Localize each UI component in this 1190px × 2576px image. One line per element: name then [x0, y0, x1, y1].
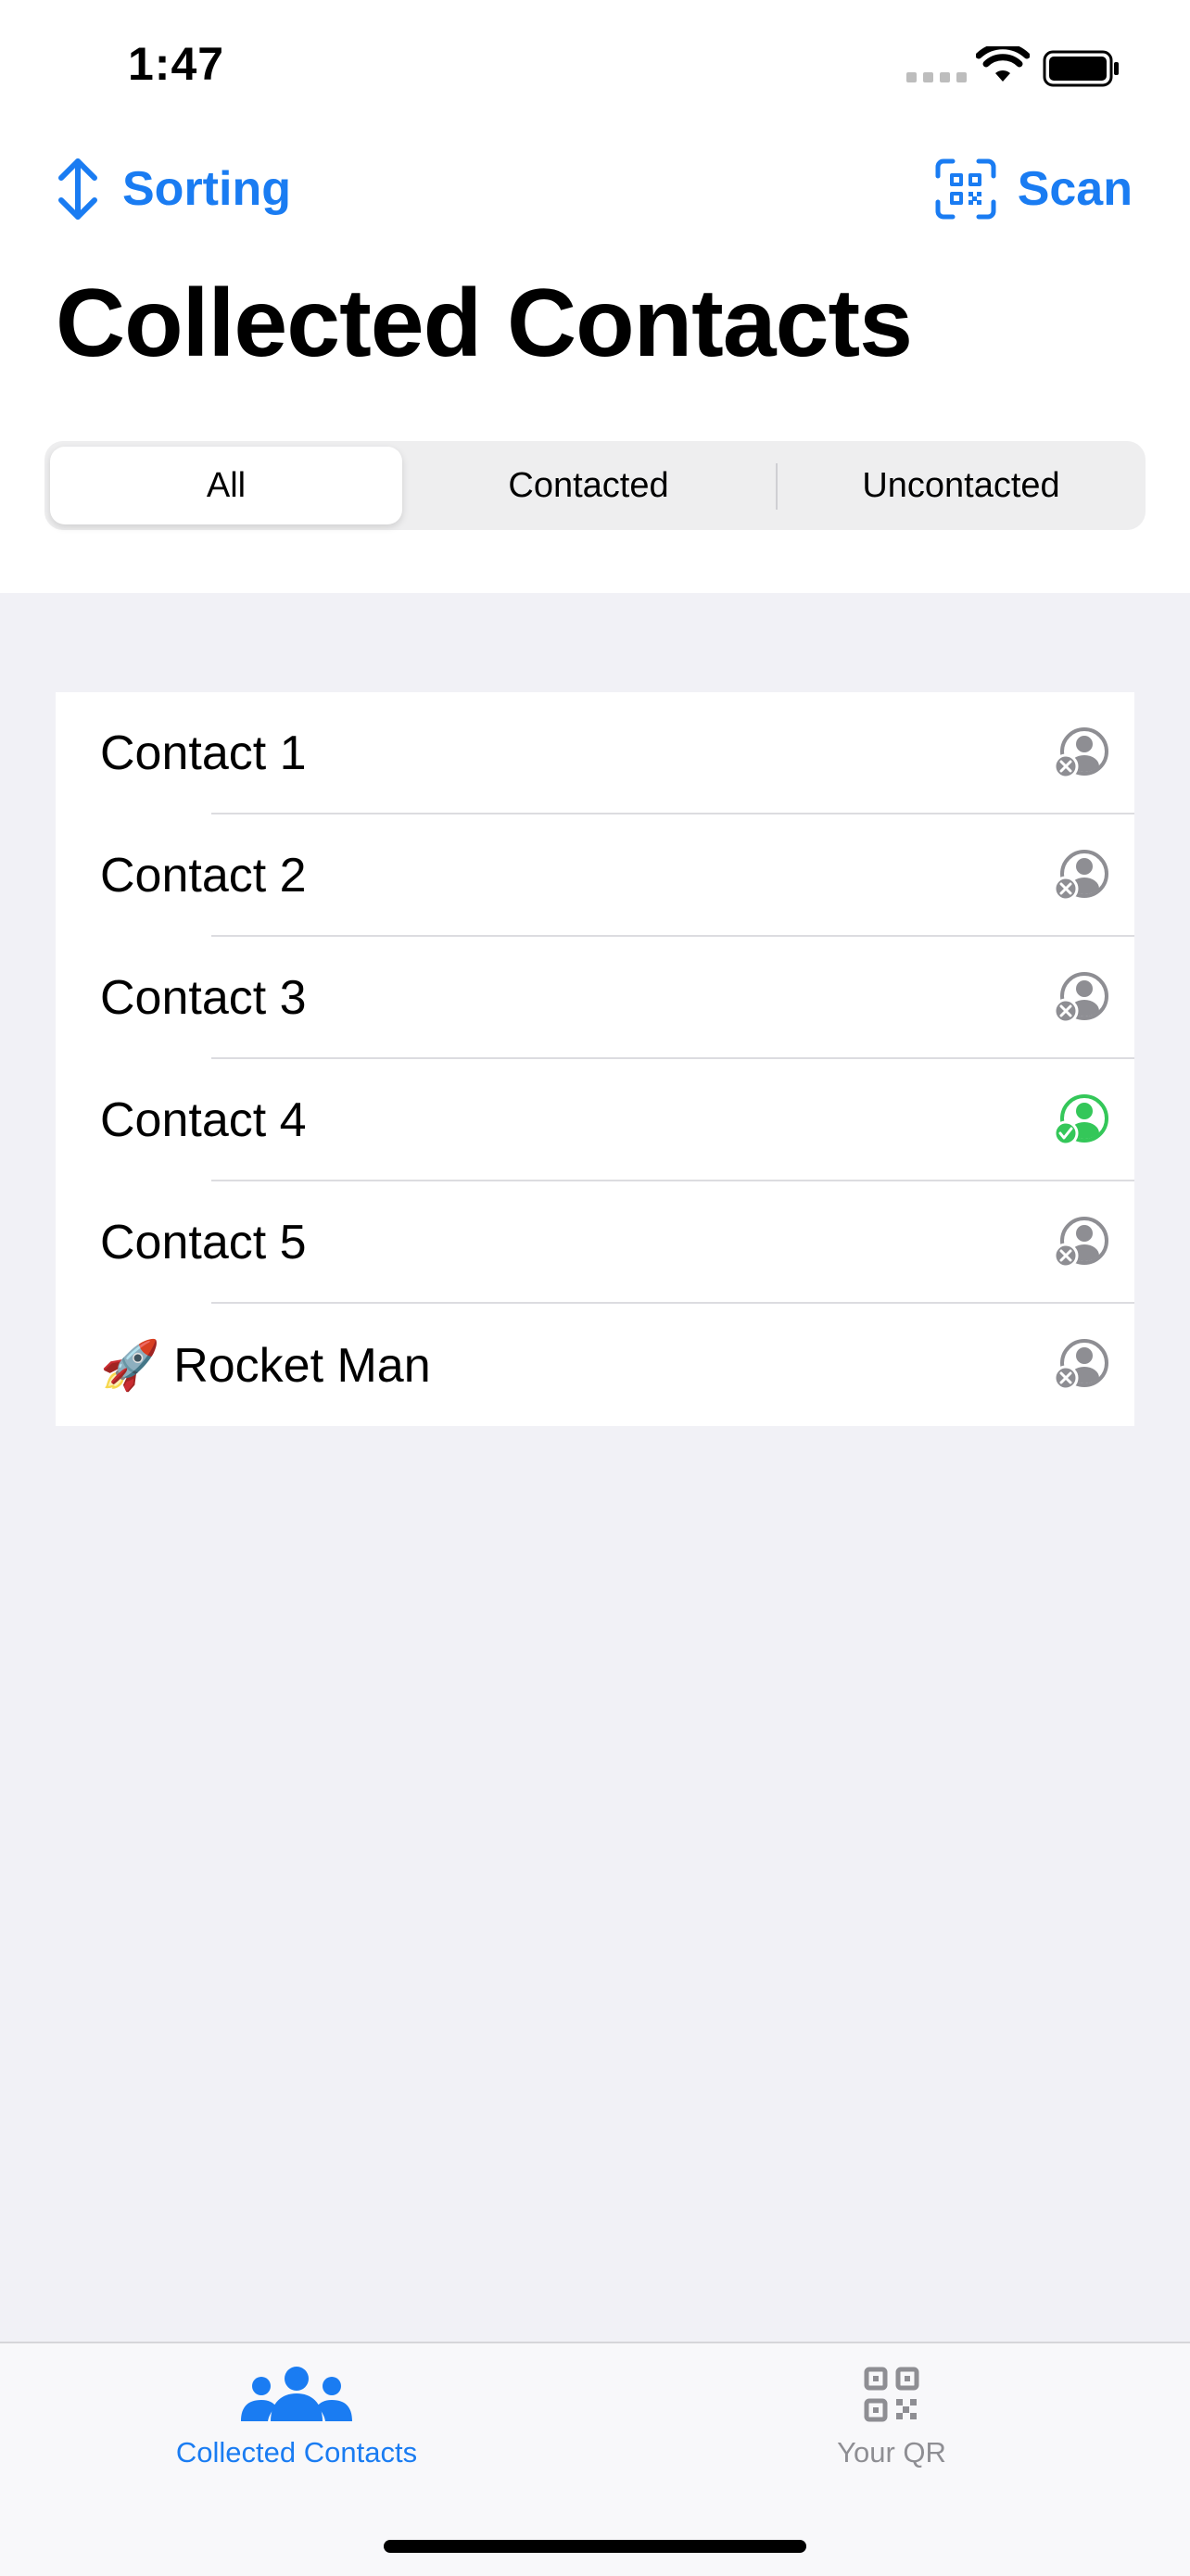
qr-code-icon	[864, 2367, 919, 2422]
list-item[interactable]: 🚀 Rocket Man	[56, 1304, 1134, 1426]
contact-name: 🚀 Rocket Man	[100, 1338, 431, 1393]
sort-arrows-icon	[58, 158, 97, 220]
tab-your-qr[interactable]: Your QR	[753, 2366, 1031, 2469]
people-icon	[241, 2367, 352, 2421]
sorting-button[interactable]: Sorting	[54, 158, 291, 221]
cellular-signal-icon	[906, 72, 967, 82]
contacts-list: Contact 1 Contact 2 Contact 3 Contact 4 …	[56, 692, 1134, 1426]
person-x-icon	[1053, 1339, 1108, 1391]
list-item[interactable]: Contact 2	[56, 814, 1134, 937]
person-x-icon	[1053, 972, 1108, 1024]
person-check-icon	[1053, 1094, 1108, 1146]
status-time: 1:47	[128, 38, 225, 90]
segment-all[interactable]: All	[50, 447, 402, 524]
sorting-label: Sorting	[122, 162, 291, 216]
page-title: Collected Contacts	[56, 270, 913, 377]
contact-name: Contact 5	[100, 1216, 307, 1269]
contact-name: Contact 1	[100, 726, 307, 780]
home-indicator	[384, 2540, 806, 2553]
segment-contacted[interactable]: Contacted	[408, 447, 769, 524]
filter-segmented-control: All Contacted Uncontacted	[44, 441, 1146, 530]
tab-collected-contacts[interactable]: Collected Contacts	[158, 2366, 436, 2469]
segment-divider	[776, 463, 778, 510]
contact-name: Contact 2	[100, 849, 307, 903]
contact-name: Contact 3	[100, 971, 307, 1025]
person-x-icon	[1053, 1217, 1108, 1269]
tab-label: Collected Contacts	[175, 2436, 418, 2469]
person-x-icon	[1053, 850, 1108, 902]
list-item[interactable]: Contact 4	[56, 1059, 1134, 1181]
segment-uncontacted[interactable]: Uncontacted	[782, 447, 1140, 524]
scan-button[interactable]: Scan	[934, 158, 1133, 221]
scan-label: Scan	[1017, 162, 1133, 216]
battery-icon	[1043, 50, 1119, 87]
tab-label: Your QR	[837, 2436, 946, 2469]
header-area: 1:47 Sorting Scan Collected Contacts All…	[0, 0, 1190, 593]
list-item[interactable]: Contact 3	[56, 937, 1134, 1059]
wifi-icon	[976, 46, 1030, 82]
contact-name: Contact 4	[100, 1093, 307, 1147]
list-item[interactable]: Contact 1	[56, 692, 1134, 814]
qr-scan-icon	[935, 158, 996, 220]
list-item[interactable]: Contact 5	[56, 1181, 1134, 1304]
person-x-icon	[1053, 727, 1108, 779]
